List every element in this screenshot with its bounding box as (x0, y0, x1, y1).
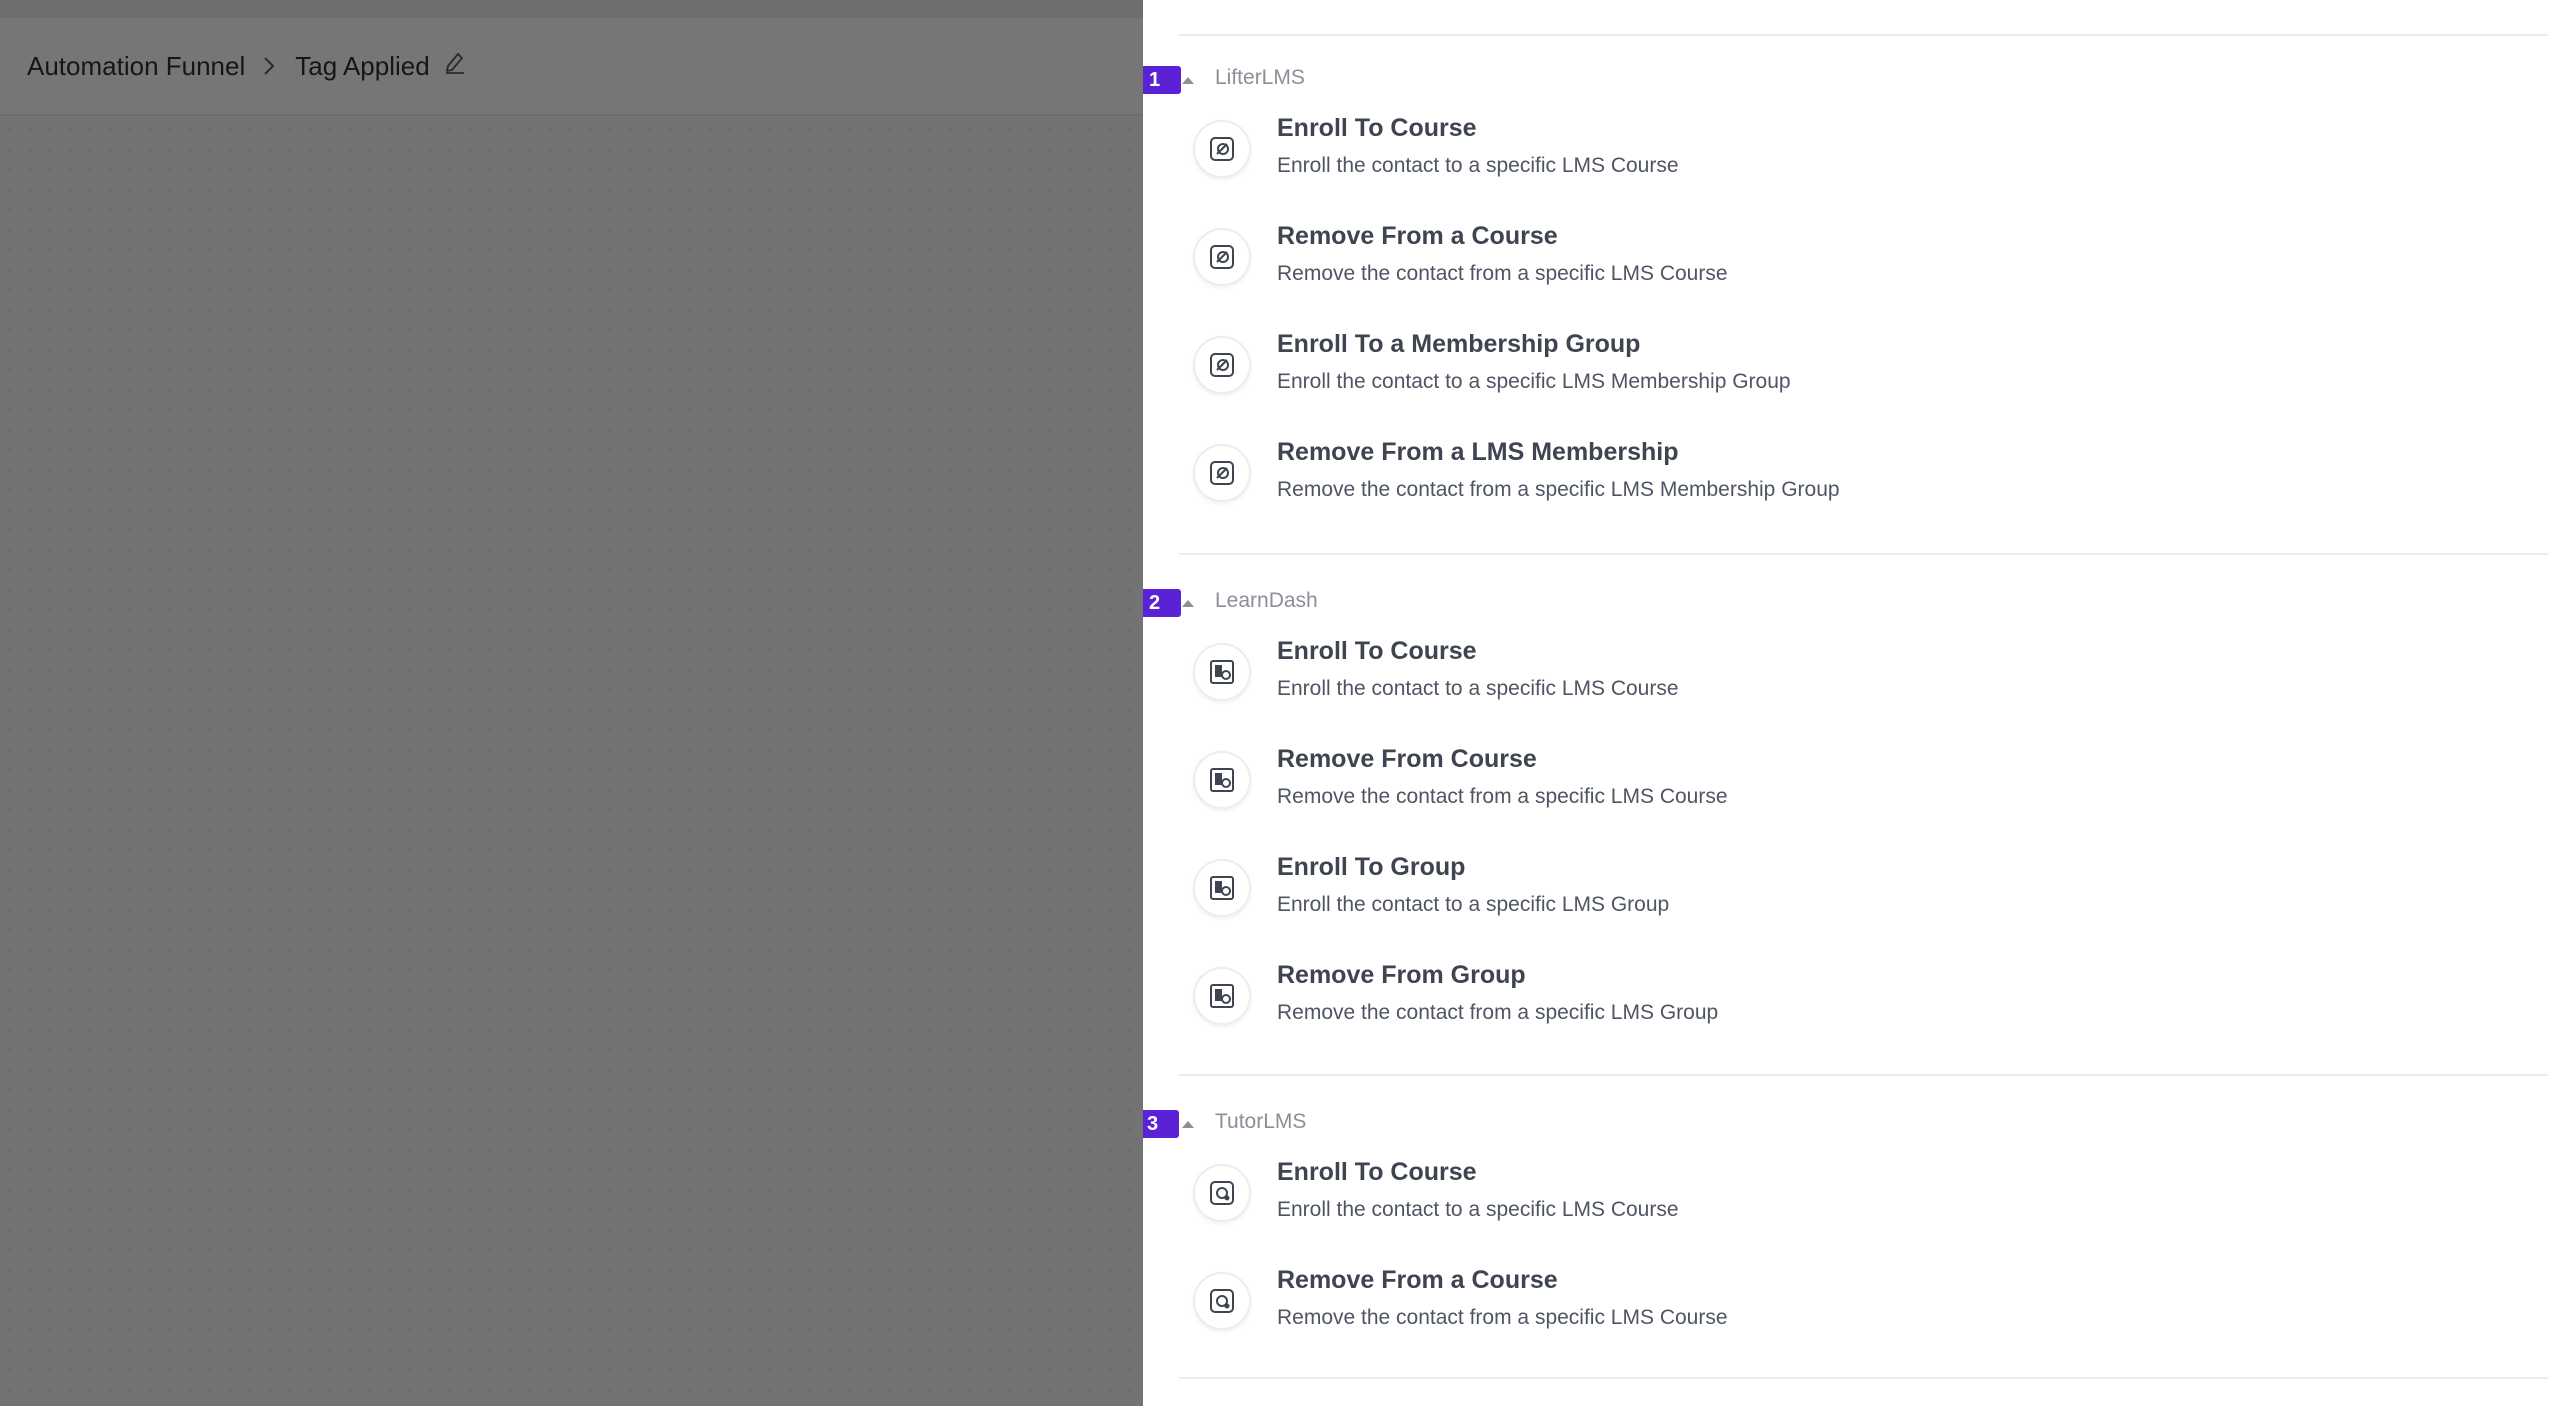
action-title: Remove From a LMS Membership (1277, 438, 1679, 466)
action-item[interactable]: Enroll To Course Enroll the contact to a … (1193, 114, 2548, 216)
action-description: Remove the contact from a specific LMS C… (1277, 262, 1728, 285)
action-description: Remove the contact from a specific LMS C… (1277, 785, 1728, 808)
action-description: Remove the contact from a specific LMS M… (1277, 478, 1840, 501)
action-title: Remove From Group (1277, 961, 1526, 989)
action-description: Remove the contact from a specific LMS G… (1277, 1001, 1719, 1024)
group-header-learndash[interactable]: 2 LearnDash (1143, 583, 1543, 623)
action-title: Remove From a Course (1277, 222, 1558, 250)
action-description: Enroll the contact to a specific LMS Cou… (1277, 1198, 1679, 1221)
action-description: Enroll the contact to a specific LMS Gro… (1277, 893, 1670, 916)
tutorlms-icon (1193, 1164, 1251, 1222)
app-topbar (0, 0, 1143, 20)
action-title: Enroll To Course (1277, 1158, 1477, 1186)
action-item[interactable]: Remove From a LMS Membership Remove the c… (1193, 438, 2548, 540)
breadcrumb-root[interactable]: Automation Funnel (27, 51, 245, 82)
action-item[interactable]: Remove From Group Remove the contact from… (1193, 961, 2548, 1063)
group-header-tutorlms[interactable]: 3 TutorLMS (1143, 1104, 1543, 1144)
group-number-badge: 3 (1143, 1110, 1179, 1138)
group-title: LearnDash (1215, 589, 1318, 612)
action-item[interactable]: Enroll To Group Enroll the contact to a s… (1193, 853, 2548, 955)
group-number-badge: 1 (1143, 66, 1181, 94)
group-number-badge: 2 (1143, 589, 1181, 617)
action-picker-panel: 1 LifterLMS Enroll To Course Enroll the con… (1143, 0, 2568, 1406)
chevron-right-icon (263, 56, 275, 76)
action-item[interactable]: Remove From Course Remove the contact fro… (1193, 745, 2548, 847)
caret-up-icon (1181, 1116, 1195, 1134)
action-title: Enroll To Course (1277, 637, 1477, 665)
action-title: Remove From Course (1277, 745, 1537, 773)
workflow-canvas-overlay[interactable] (0, 0, 1143, 1406)
action-item[interactable]: Remove From a Course Remove the contact f… (1193, 222, 2548, 324)
action-description: Enroll the contact to a specific LMS Cou… (1277, 154, 1679, 177)
caret-up-icon (1181, 72, 1195, 90)
divider (1179, 553, 2548, 555)
learndash-icon (1193, 643, 1251, 701)
learndash-icon (1193, 751, 1251, 809)
learndash-icon (1193, 859, 1251, 917)
group-title: TutorLMS (1215, 1110, 1307, 1133)
action-title: Enroll To a Membership Group (1277, 330, 1641, 358)
action-item[interactable]: Enroll To a Membership Group Enroll the c… (1193, 330, 2548, 432)
group-title: LifterLMS (1215, 66, 1305, 89)
action-description: Remove the contact from a specific LMS C… (1277, 1306, 1728, 1329)
caret-up-icon (1181, 595, 1195, 613)
action-item[interactable]: Enroll To Course Enroll the contact to a … (1193, 637, 2548, 739)
action-title: Enroll To Group (1277, 853, 1466, 881)
action-item[interactable]: Enroll To Course Enroll the contact to a … (1193, 1158, 2548, 1260)
group-header-lifterlms[interactable]: 1 LifterLMS (1143, 60, 1543, 100)
edit-pencil-icon[interactable] (444, 50, 466, 74)
lifterlms-icon (1193, 336, 1251, 394)
divider (1179, 34, 2548, 36)
divider (1179, 1377, 2548, 1379)
breadcrumb: Automation Funnel Tag Applied (0, 18, 1143, 116)
divider (1179, 1074, 2548, 1076)
lifterlms-icon (1193, 120, 1251, 178)
breadcrumb-current: Tag Applied (295, 50, 430, 81)
action-item[interactable]: Remove From a Course Remove the contact f… (1193, 1266, 2548, 1368)
action-title: Remove From a Course (1277, 1266, 1558, 1294)
action-description: Enroll the contact to a specific LMS Mem… (1277, 370, 1791, 393)
lifterlms-icon (1193, 228, 1251, 286)
action-description: Enroll the contact to a specific LMS Cou… (1277, 677, 1679, 700)
tutorlms-icon (1193, 1272, 1251, 1330)
action-title: Enroll To Course (1277, 114, 1477, 142)
learndash-icon (1193, 967, 1251, 1025)
lifterlms-icon (1193, 444, 1251, 502)
